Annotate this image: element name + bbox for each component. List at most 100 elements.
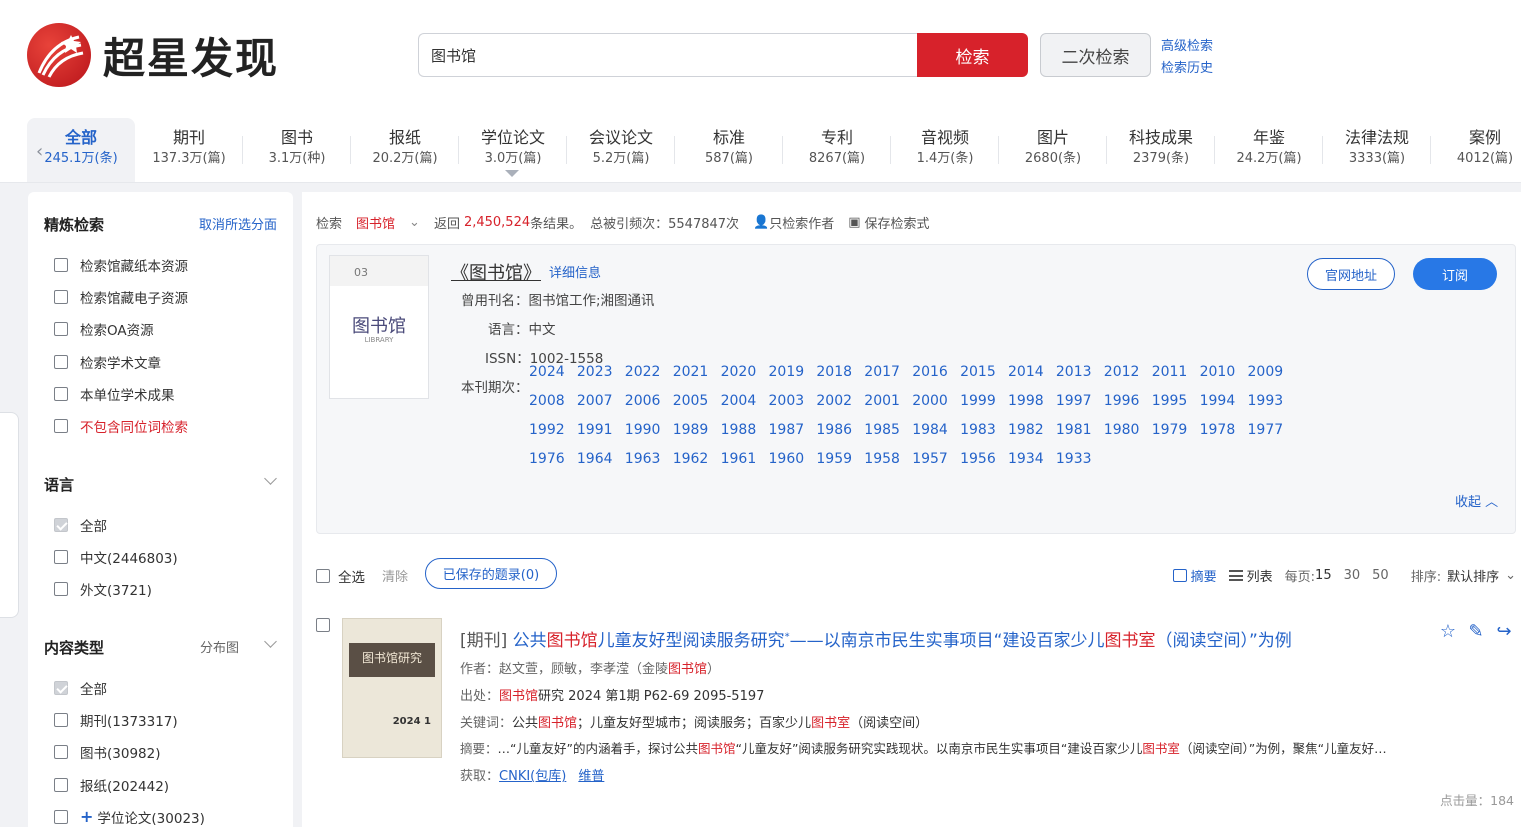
- facet-checkbox[interactable]: [54, 354, 68, 369]
- saved-records-button[interactable]: 已保存的题录(0): [425, 558, 557, 589]
- tab-10[interactable]: 科技成果 2379(条): [1107, 118, 1215, 182]
- content_types-option[interactable]: 期刊(1373317): [54, 710, 178, 730]
- tab-7[interactable]: 专利 8267(篇): [783, 118, 891, 182]
- year-link[interactable]: 1933: [1056, 451, 1104, 467]
- subscribe-button[interactable]: 订阅: [1413, 258, 1497, 290]
- options-option[interactable]: 检索学术文章: [54, 352, 161, 372]
- year-link[interactable]: 1956: [960, 451, 1008, 467]
- search-keyword[interactable]: 图书馆: [356, 213, 395, 232]
- year-link[interactable]: 2002: [816, 393, 864, 409]
- year-link[interactable]: 1995: [1152, 393, 1200, 409]
- tab-13[interactable]: 案例 4012(篇): [1431, 118, 1521, 182]
- year-link[interactable]: 2014: [1008, 364, 1056, 380]
- tab-11[interactable]: 年鉴 24.2万(篇): [1215, 118, 1323, 182]
- share-icon[interactable]: ↪: [1494, 622, 1514, 642]
- year-link[interactable]: 2011: [1152, 364, 1200, 380]
- year-link[interactable]: 1964: [577, 451, 625, 467]
- options-option[interactable]: 检索馆藏纸本资源: [54, 255, 188, 275]
- year-link[interactable]: 1978: [1200, 422, 1248, 438]
- edit-icon[interactable]: ✎: [1466, 622, 1486, 642]
- year-link[interactable]: 1998: [1008, 393, 1056, 409]
- year-link[interactable]: 1961: [721, 451, 769, 467]
- journal-detail-link[interactable]: 详细信息: [549, 262, 601, 281]
- year-link[interactable]: 1958: [864, 451, 912, 467]
- chevron-left-icon[interactable]: ‹: [36, 141, 43, 162]
- year-link[interactable]: 2022: [625, 364, 673, 380]
- year-link[interactable]: 1976: [529, 451, 577, 467]
- tab-8[interactable]: 音视频 1.4万(条): [891, 118, 999, 182]
- search-history-link[interactable]: 检索历史: [1161, 58, 1213, 80]
- tab-9[interactable]: 图片 2680(条): [999, 118, 1107, 182]
- languages-option[interactable]: 中文(2446803): [54, 547, 178, 567]
- year-link[interactable]: 1979: [1152, 422, 1200, 438]
- year-link[interactable]: 2023: [577, 364, 625, 380]
- collapse-link[interactable]: 收起 ︿: [1455, 491, 1498, 510]
- author-only-link[interactable]: 只检索作者: [769, 213, 834, 232]
- list-view-button[interactable]: 列表: [1247, 566, 1273, 585]
- year-link[interactable]: 2016: [912, 364, 960, 380]
- year-link[interactable]: 2006: [625, 393, 673, 409]
- tab-5[interactable]: 会议论文 5.2万(篇): [567, 118, 675, 182]
- content_types-option[interactable]: 全部: [54, 678, 107, 698]
- year-link[interactable]: 2024: [529, 364, 577, 380]
- year-link[interactable]: 1997: [1056, 393, 1104, 409]
- year-link[interactable]: 2003: [769, 393, 817, 409]
- facet-checkbox[interactable]: [54, 258, 68, 272]
- year-link[interactable]: 1986: [816, 422, 864, 438]
- facet-checkbox[interactable]: [54, 809, 68, 824]
- summary-view-button[interactable]: 摘要: [1191, 566, 1217, 585]
- languages-option[interactable]: 外文(3721): [54, 579, 152, 599]
- tab-3[interactable]: 报纸 20.2万(篇): [351, 118, 459, 182]
- facet-checkbox[interactable]: [54, 322, 68, 337]
- options-option[interactable]: 检索馆藏电子资源: [54, 287, 188, 307]
- year-link[interactable]: 1984: [912, 422, 960, 438]
- facet-checkbox[interactable]: [54, 681, 68, 695]
- year-link[interactable]: 2018: [816, 364, 864, 380]
- year-link[interactable]: 1981: [1056, 422, 1104, 438]
- year-link[interactable]: 2005: [673, 393, 721, 409]
- year-link[interactable]: 2010: [1200, 364, 1248, 380]
- clear-selection-button[interactable]: 清除: [382, 566, 408, 585]
- year-link[interactable]: 1977: [1248, 422, 1296, 438]
- facet-checkbox[interactable]: [54, 518, 68, 532]
- year-link[interactable]: 1960: [769, 451, 817, 467]
- content_types-option[interactable]: 图书(30982): [54, 742, 160, 762]
- logo[interactable]: 超星发现: [27, 23, 279, 87]
- facet-checkbox[interactable]: [54, 419, 68, 433]
- year-link[interactable]: 2021: [673, 364, 721, 380]
- select-all-checkbox[interactable]: [316, 569, 330, 583]
- facet-checkbox[interactable]: [54, 777, 68, 792]
- year-link[interactable]: 1934: [1008, 451, 1056, 467]
- year-link[interactable]: 2019: [769, 364, 817, 380]
- official-site-button[interactable]: 官网地址: [1307, 258, 1395, 290]
- options-option[interactable]: 本单位学术成果: [54, 384, 175, 404]
- year-link[interactable]: 2000: [912, 393, 960, 409]
- result-cover[interactable]: 图书馆研究 2024 1: [342, 618, 442, 758]
- journal-title[interactable]: 《图书馆》: [451, 259, 541, 285]
- year-link[interactable]: 1963: [625, 451, 673, 467]
- select-all[interactable]: 全选: [316, 566, 365, 586]
- year-link[interactable]: 1994: [1200, 393, 1248, 409]
- summary-view-icon[interactable]: [1172, 569, 1187, 582]
- year-link[interactable]: 1959: [816, 451, 864, 467]
- year-link[interactable]: 1980: [1104, 422, 1152, 438]
- tab-12[interactable]: 法律法规 3333(篇): [1323, 118, 1431, 182]
- per-page-15[interactable]: 15: [1315, 568, 1332, 583]
- year-link[interactable]: 1992: [529, 422, 577, 438]
- year-link[interactable]: 2017: [864, 364, 912, 380]
- list-view-icon[interactable]: [1228, 570, 1243, 581]
- save-query-link[interactable]: 保存检索式: [865, 213, 930, 232]
- year-link[interactable]: 1957: [912, 451, 960, 467]
- year-link[interactable]: 1982: [1008, 422, 1056, 438]
- per-page-30[interactable]: 30: [1344, 568, 1361, 583]
- year-link[interactable]: 2008: [529, 393, 577, 409]
- clear-facets-link[interactable]: 取消所选分面: [199, 214, 277, 233]
- year-link[interactable]: 2012: [1104, 364, 1152, 380]
- result-title[interactable]: [期刊] 公共图书馆儿童友好型阅读服务研究*——以南京市民生实事项目“建设百家少…: [460, 626, 1292, 651]
- tab-6[interactable]: 标准 587(篇): [675, 118, 783, 182]
- sort-select[interactable]: 默认排序: [1447, 566, 1499, 585]
- second-search-button[interactable]: 二次检索: [1040, 33, 1151, 77]
- chevron-down-icon[interactable]: [264, 635, 277, 648]
- year-link[interactable]: 2009: [1248, 364, 1296, 380]
- search-input[interactable]: [419, 34, 918, 76]
